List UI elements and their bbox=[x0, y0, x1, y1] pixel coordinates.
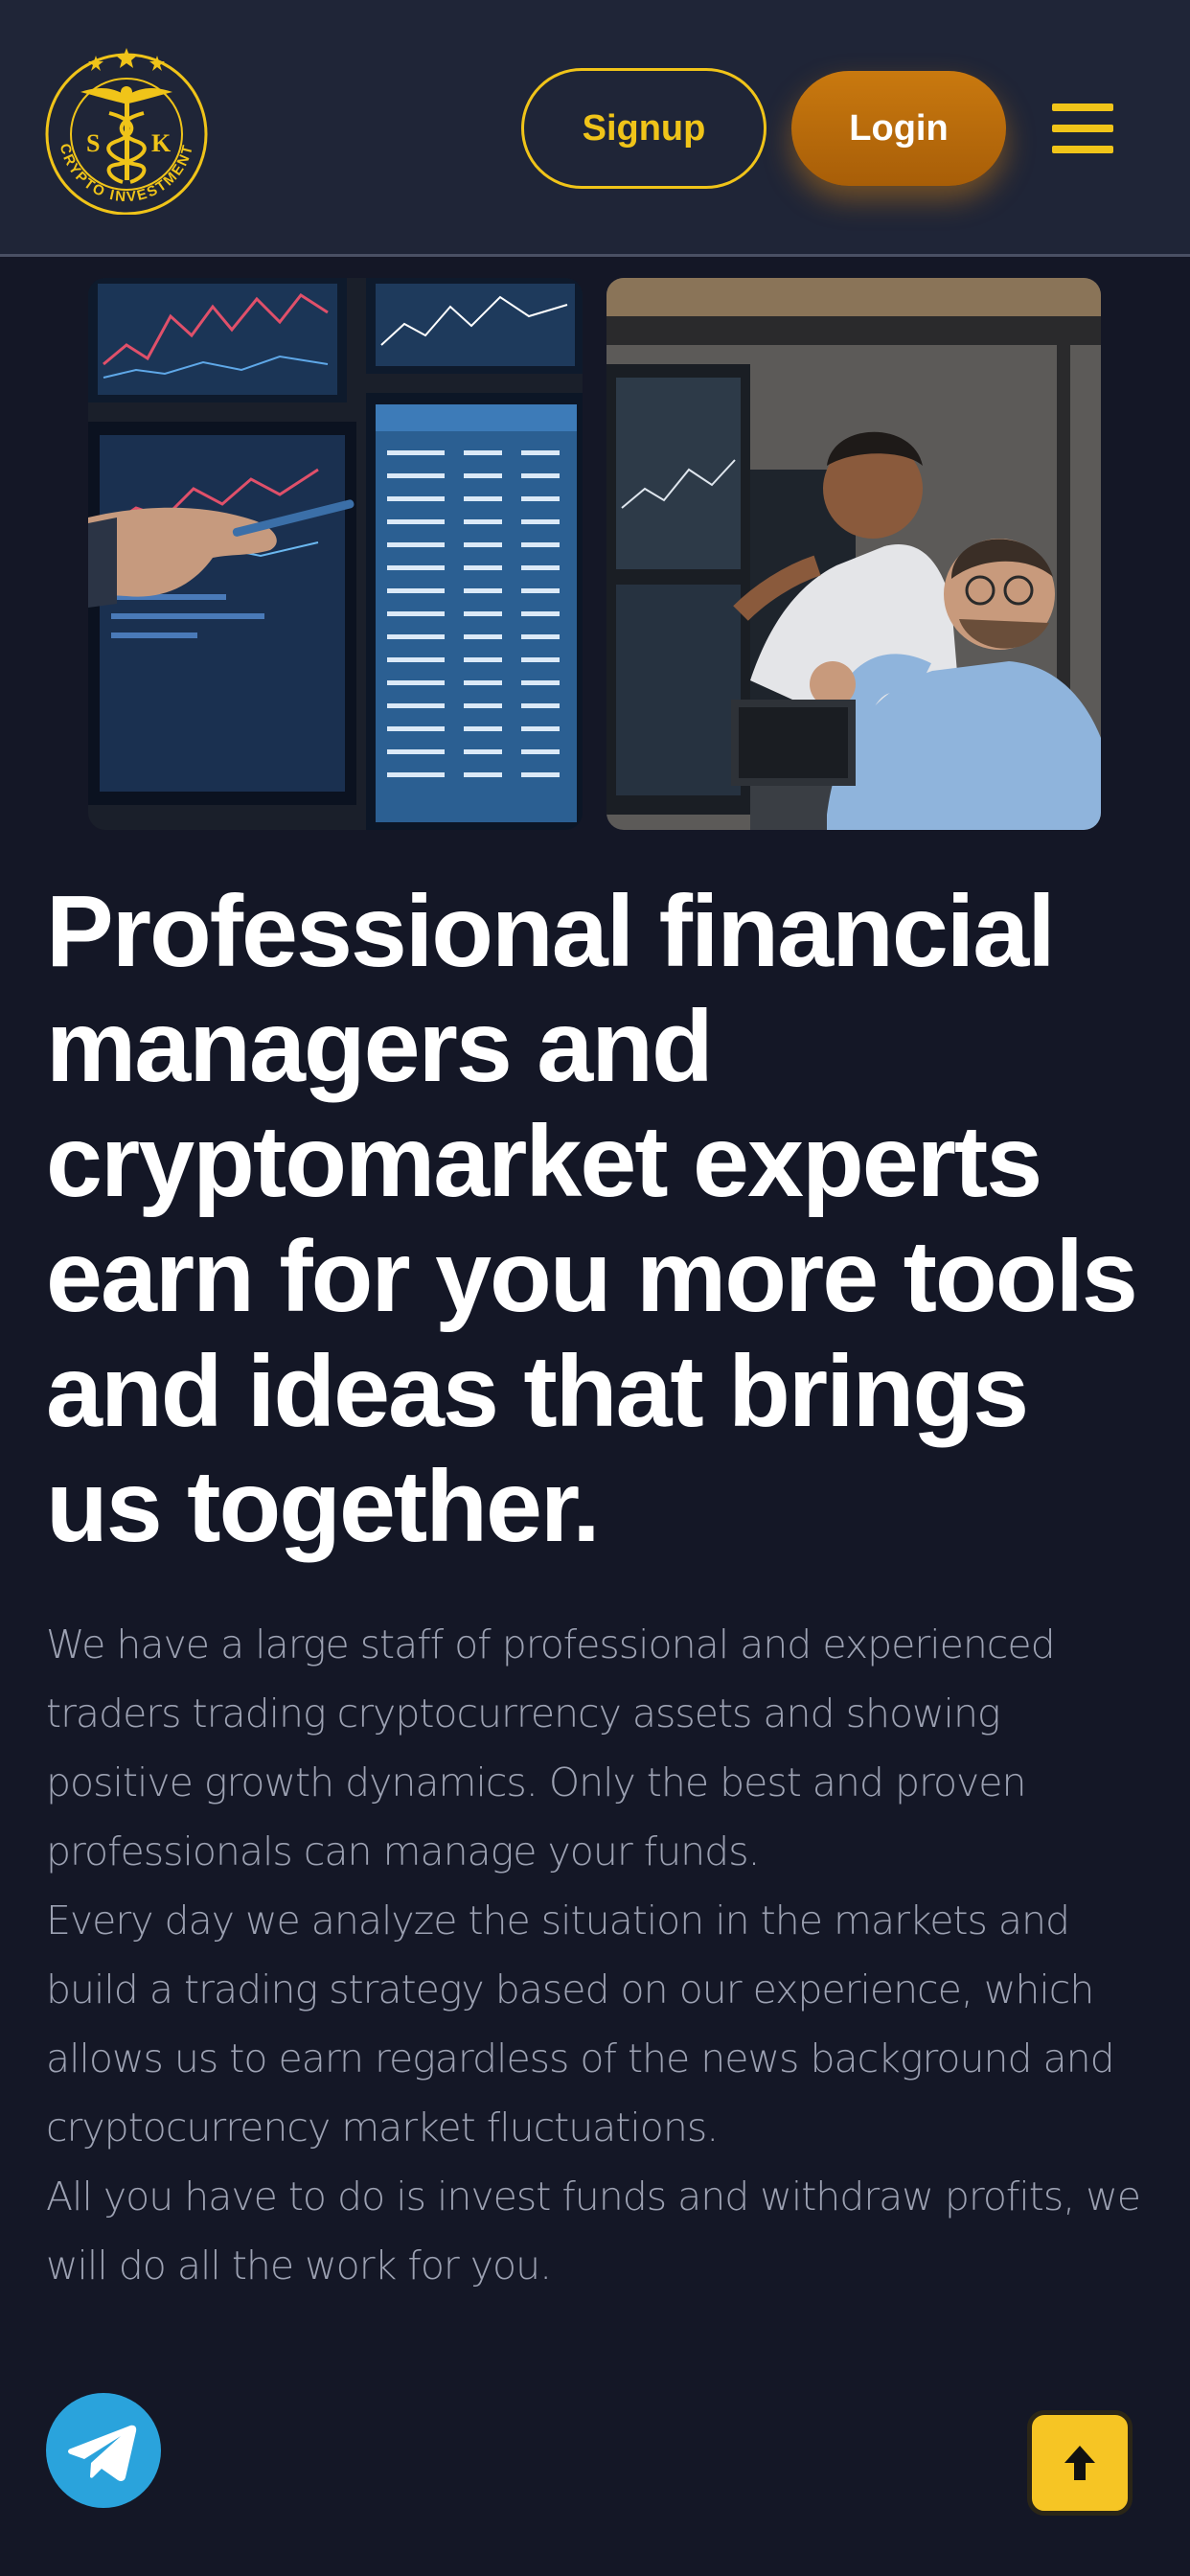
hero-description: We have a large staff of professional an… bbox=[46, 1610, 1157, 2300]
description-paragraph: Every day we analyze the situation in th… bbox=[46, 1898, 1115, 2150]
logo-letter-s: S bbox=[86, 129, 100, 157]
description-paragraph: We have a large staff of professional an… bbox=[46, 1622, 1056, 1874]
caduceus-logo-icon: S K CRYPTO INVESTMENT bbox=[45, 48, 208, 216]
site-header: S K CRYPTO INVESTMENT Signup Login bbox=[0, 0, 1190, 257]
traders-celebrating-photo bbox=[606, 278, 1101, 830]
logo-letter-k: K bbox=[151, 129, 172, 157]
signup-button[interactable]: Signup bbox=[521, 68, 767, 189]
description-paragraph: All you have to do is invest funds and w… bbox=[46, 2174, 1141, 2288]
arrow-up-icon bbox=[1064, 2446, 1095, 2480]
trading-monitors-photo bbox=[88, 278, 583, 830]
sk-crypto-investment-logo[interactable]: S K CRYPTO INVESTMENT bbox=[42, 42, 211, 216]
scroll-to-top-button[interactable] bbox=[1027, 2410, 1133, 2516]
login-button[interactable]: Login bbox=[791, 71, 1006, 186]
hamburger-menu-icon[interactable] bbox=[1052, 100, 1117, 157]
telegram-icon bbox=[68, 2425, 137, 2481]
telegram-button[interactable] bbox=[46, 2393, 161, 2508]
hero-headline: Professional financial managers and cryp… bbox=[46, 875, 1138, 1563]
